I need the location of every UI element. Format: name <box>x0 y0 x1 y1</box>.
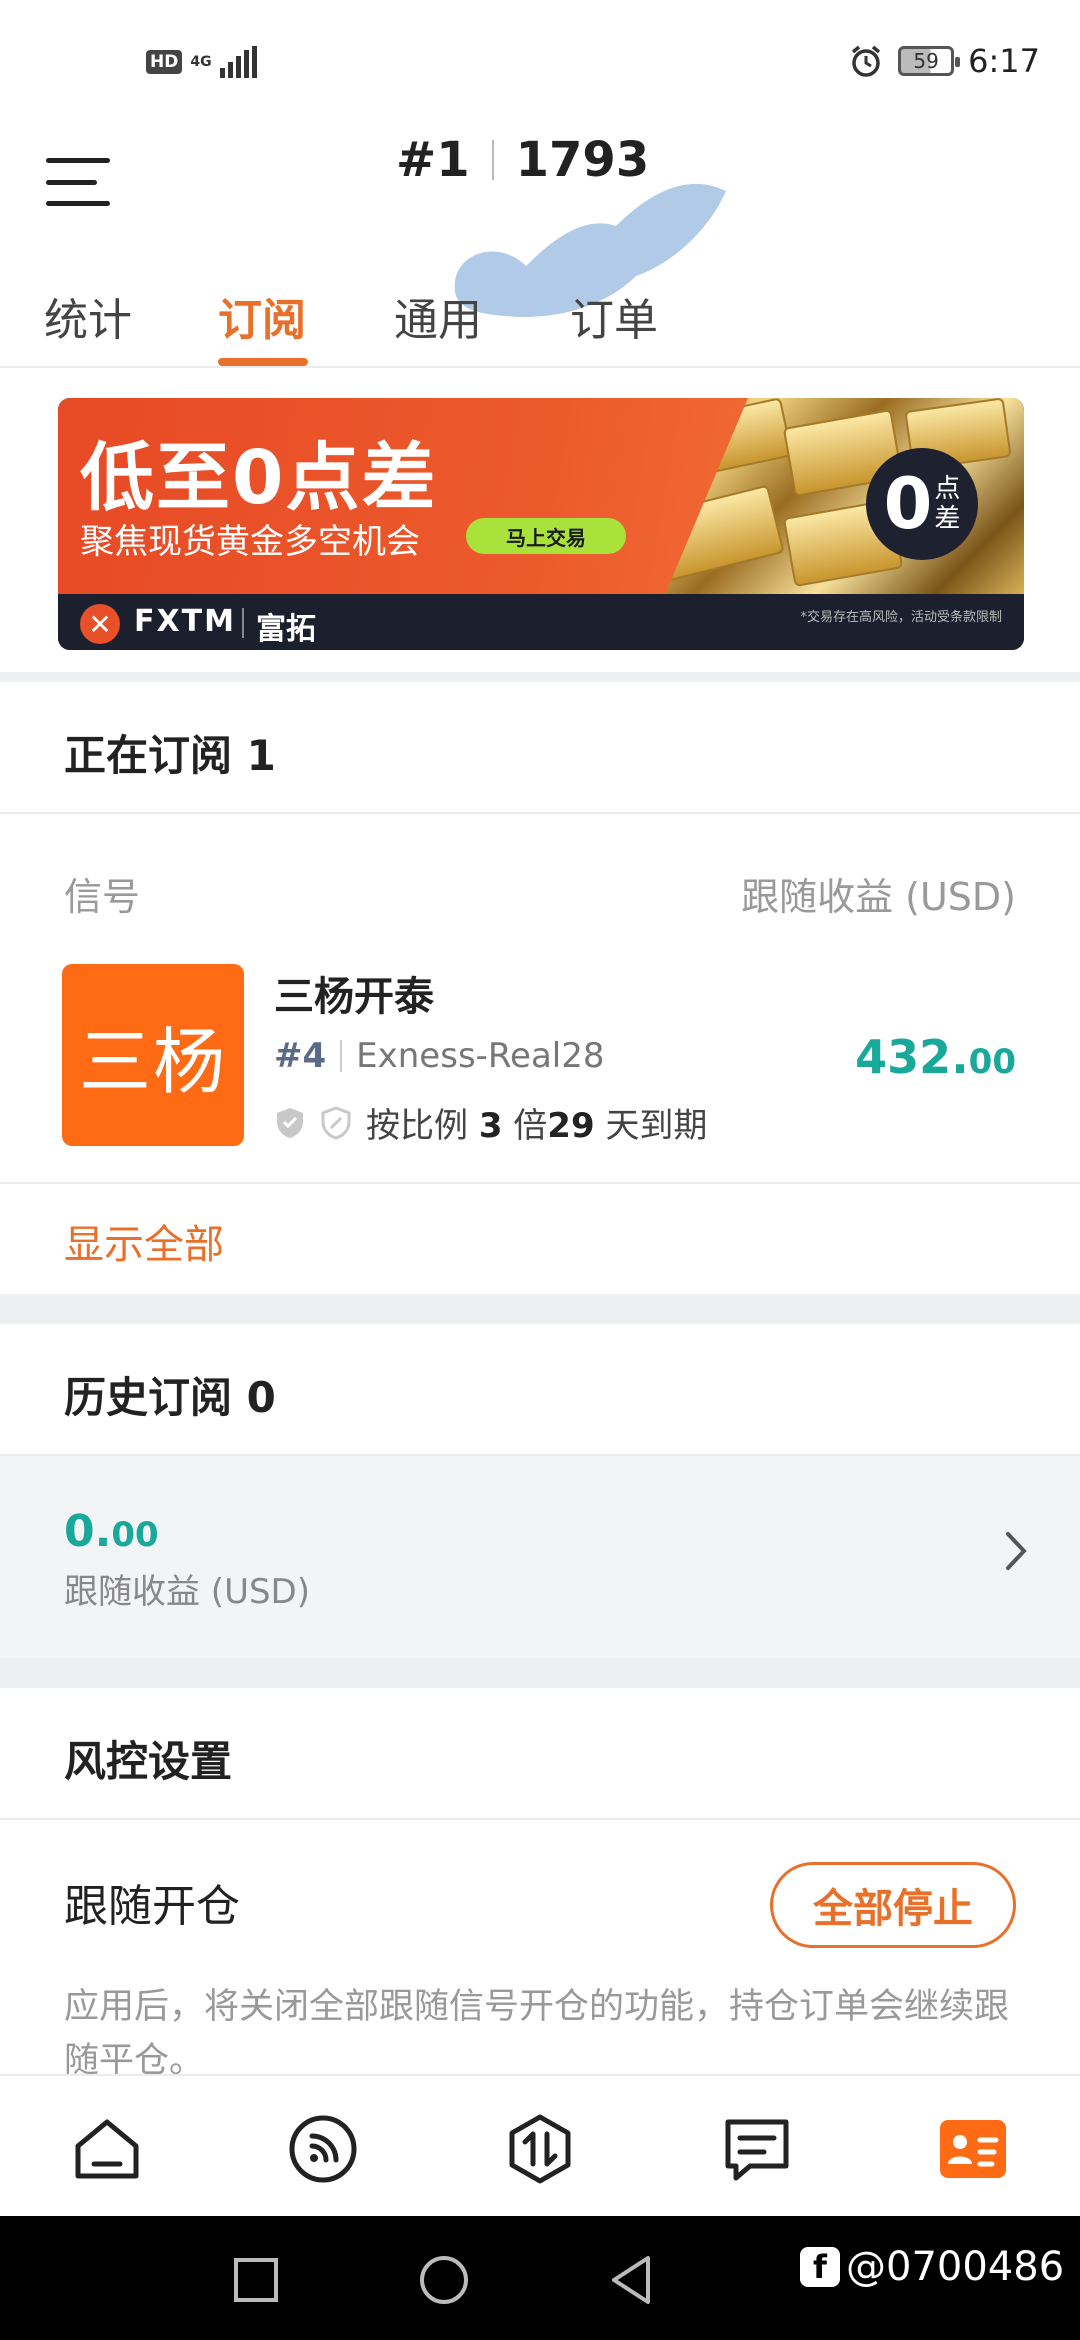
nav-home[interactable] <box>70 2112 144 2186</box>
status-right: 59 6:17 <box>848 42 1040 80</box>
watermark: f @0700486 <box>800 2244 1064 2290</box>
current-subscriptions-header: 正在订阅 1 <box>0 682 1080 814</box>
column-profit: 跟随收益 (USD) <box>741 875 1016 919</box>
verified-shield-icon <box>277 1107 303 1138</box>
fxtm-logo-icon: ✕ <box>80 604 120 644</box>
nav-trade[interactable] <box>503 2112 577 2186</box>
banner-disclaimer: *交易存在高风险，活动受条款限制 <box>800 610 1002 625</box>
promo-banner[interactable]: 低至0点差 聚焦现货黄金多空机会 马上交易 0 点 差 ✕ FXTM 富拓 *交… <box>58 398 1024 650</box>
stop-all-button[interactable]: 全部停止 <box>770 1862 1016 1948</box>
follow-multiplier: 3 <box>478 1106 503 1146</box>
history-profit-value: 0.00 <box>64 1506 159 1557</box>
tab-bar: 统计 订阅 通用 订单 <box>0 270 1080 368</box>
protection-shield-icon <box>321 1105 351 1140</box>
risk-settings-title: 风控设置 <box>64 1737 233 1786</box>
signal-strength-icon <box>219 46 257 78</box>
follow-mode: 按比例 <box>366 1106 468 1146</box>
risk-settings-header: 风控设置 <box>0 1688 1080 1820</box>
tab-statistics[interactable]: 统计 <box>44 284 132 348</box>
nav-messages[interactable] <box>720 2112 794 2186</box>
network-indicator: HD 4G <box>146 46 257 78</box>
nav-signals[interactable] <box>286 2112 360 2186</box>
account-card-icon <box>940 2120 1006 2178</box>
column-signal: 信号 <box>64 875 141 919</box>
signal-profit: 432.00 <box>855 1030 1016 1084</box>
tab-general[interactable]: 通用 <box>394 284 482 348</box>
bottom-nav <box>0 2074 1080 2216</box>
badge-text-2: 差 <box>934 504 961 534</box>
multiplier-unit: 倍 <box>513 1106 548 1146</box>
show-all-row: 显示全部 <box>0 1182 1080 1294</box>
brand-name-cn: 富拓 <box>256 612 316 647</box>
brand-name: FXTM <box>134 604 236 639</box>
banner-headline: 低至0点差 <box>80 435 438 521</box>
history-subscriptions-title: 历史订阅 0 <box>64 1373 276 1422</box>
facebook-icon: f <box>800 2247 840 2287</box>
signal-feed-icon <box>289 2115 357 2183</box>
battery-icon: 59 <box>898 46 961 76</box>
banner-subline: 聚焦现货黄金多空机会 <box>80 522 420 562</box>
nav-account[interactable] <box>936 2112 1010 2186</box>
recent-apps-icon[interactable] <box>228 2252 284 2308</box>
days-remaining: 29 <box>547 1106 595 1146</box>
message-icon <box>725 2119 789 2181</box>
back-icon[interactable] <box>604 2252 660 2308</box>
banner-cta-button[interactable]: 马上交易 <box>466 518 626 554</box>
show-all-link[interactable]: 显示全部 <box>64 1212 224 1270</box>
tab-subscriptions[interactable]: 订阅 <box>218 284 306 348</box>
active-tab-indicator <box>218 358 308 366</box>
tab-orders[interactable]: 订单 <box>570 284 658 348</box>
signal-name: 三杨开泰 <box>274 974 434 1020</box>
badge-text-1: 点 <box>934 474 961 504</box>
history-profit-row[interactable]: 0.00 跟随收益 (USD) <box>0 1456 1080 1658</box>
app-header: #1 1793 <box>0 130 1080 317</box>
history-subscriptions-header: 历史订阅 0 <box>0 1324 1080 1456</box>
trade-icon <box>509 2114 571 2184</box>
zero-spread-badge: 0 点 差 <box>866 448 978 560</box>
signal-server: Exness-Real28 <box>356 1036 605 1076</box>
current-subscriptions-title: 正在订阅 1 <box>64 731 276 780</box>
clock: 6:17 <box>968 42 1040 80</box>
follow-open-description: 应用后，将关闭全部跟随信号开仓的功能，持仓订单会继续跟随平仓。 <box>64 1987 1010 2081</box>
subscription-column-headers: 信号 跟随收益 (USD) <box>0 820 1080 919</box>
chevron-right-icon <box>1006 1532 1027 1570</box>
home-button-icon[interactable] <box>416 2252 472 2308</box>
badge-number: 0 <box>883 463 933 545</box>
alarm-icon <box>852 45 881 77</box>
signal-meta: #4 Exness-Real28 <box>274 1036 604 1076</box>
status-bar: HD 4G 59 6:17 <box>0 0 1080 130</box>
history-profit-label: 跟随收益 (USD) <box>64 1572 310 1612</box>
home-icon <box>75 2119 139 2179</box>
network-type: 4G <box>190 54 212 70</box>
signal-rank: #4 <box>274 1036 327 1076</box>
follow-open-title: 跟随开仓 <box>64 1881 240 1932</box>
watermark-handle: @0700486 <box>846 2244 1065 2290</box>
signal-avatar: 三杨 <box>62 964 244 1146</box>
hd-badge: HD <box>146 50 183 74</box>
signal-follow-settings: 按比例 3 倍29 天到期 <box>274 1098 707 1147</box>
menu-icon[interactable] <box>46 152 110 212</box>
title-separator <box>491 140 494 180</box>
days-suffix: 天到期 <box>605 1106 708 1146</box>
banner-footer: ✕ FXTM 富拓 *交易存在高风险，活动受条款限制 <box>58 594 1024 650</box>
